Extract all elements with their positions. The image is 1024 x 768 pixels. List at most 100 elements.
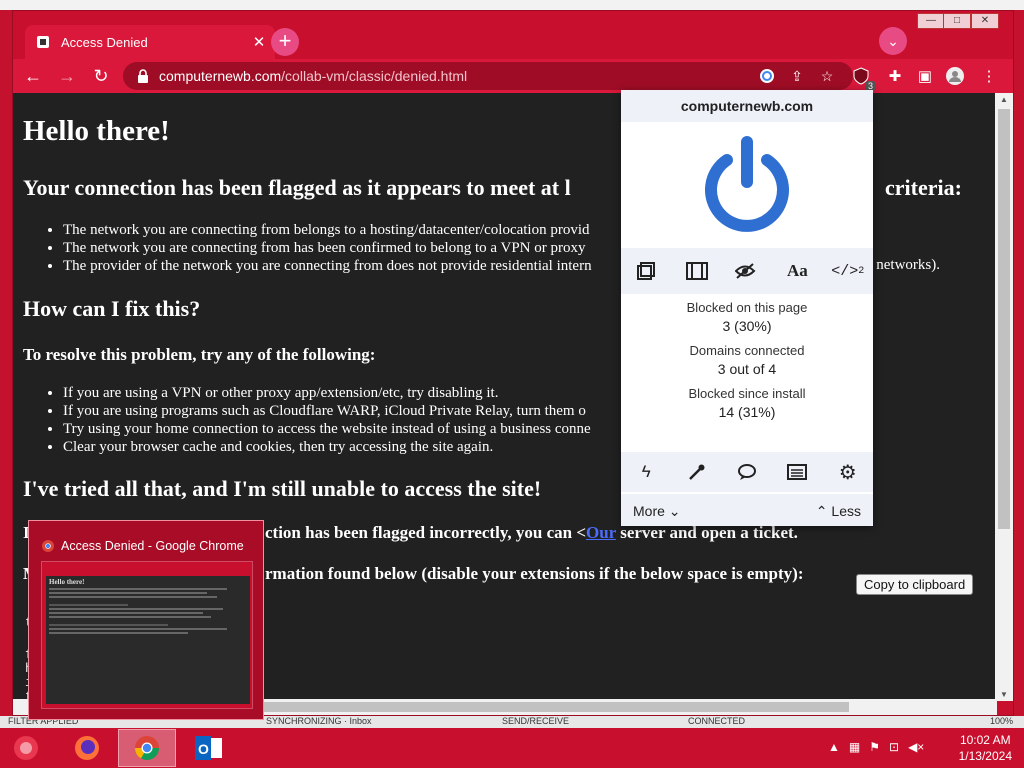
tray-flag-icon[interactable]: ⚑ — [869, 740, 880, 754]
preview-page: Hello there! — [46, 576, 250, 704]
maximize-button[interactable]: □ — [943, 13, 971, 29]
chevron-down-icon: ⌄ — [668, 503, 681, 519]
flag-heading-tail: criteria: — [885, 175, 962, 200]
ublock-extension-icon[interactable]: 3 — [849, 64, 875, 91]
back-button[interactable]: ← — [19, 62, 47, 90]
tray-wired-icon[interactable]: ⊡ — [889, 740, 899, 754]
preview-line — [49, 588, 228, 590]
tray-mute-icon[interactable]: ◀× — [908, 740, 924, 754]
script-count: 2 — [858, 265, 865, 277]
popup-tools-row: Aa </> 2 — [621, 248, 873, 294]
tab-title: Access Denied — [61, 34, 148, 50]
flag-heading-left: Your connection has been flagged as it a… — [23, 175, 571, 200]
list-item: The provider of the network you are conn… — [63, 257, 592, 275]
criteria-tail-text: y networks). — [865, 257, 940, 273]
url-host: computernewb.com — [159, 68, 282, 84]
settings-gears-icon[interactable]: ⚙ — [831, 457, 865, 487]
tab-strip: Access Denied ✕ + ⌄ — □ ✕ — [13, 11, 1013, 59]
new-tab-button[interactable]: + — [271, 28, 299, 56]
list-item: Try using your home connection to access… — [63, 420, 591, 438]
preview-line — [49, 608, 224, 610]
preview-line — [49, 628, 228, 630]
clock-date: 1/13/2024 — [958, 749, 1012, 763]
preview-line — [49, 604, 129, 606]
tab-search-button[interactable]: ⌄ — [879, 27, 907, 55]
blocked-page-label: Blocked on this page — [686, 300, 808, 315]
chrome-menu-icon[interactable]: ⋮ — [977, 64, 1001, 88]
media-film-icon[interactable] — [680, 256, 714, 286]
tray-network-icon[interactable]: ▦ — [849, 740, 860, 754]
lock-icon — [138, 69, 148, 83]
lightning-icon[interactable]: ϟ — [629, 457, 663, 487]
taskbar-firefox-icon[interactable] — [58, 729, 116, 767]
chevron-up-icon: ⌃ — [815, 503, 828, 519]
close-window-button[interactable]: ✕ — [971, 13, 999, 29]
tray-expand-icon[interactable]: ▲ — [828, 740, 840, 754]
list-item: Clear your browser cache and cookies, th… — [63, 438, 591, 456]
vertical-scrollbar[interactable]: ▲ ▼ — [995, 93, 1013, 701]
list-item: If you are using a VPN or other proxy ap… — [63, 384, 591, 402]
resolve-heading: To resolve this problem, try any of the … — [23, 345, 376, 364]
taskbar-thumbnail-preview[interactable]: Access Denied - Google Chrome Hello ther… — [28, 520, 264, 720]
preview-line — [49, 624, 168, 626]
list-item: If you are using programs such as Cloudf… — [63, 402, 591, 420]
close-tab-icon[interactable]: ✕ — [249, 33, 269, 51]
taskbar-chrome-icon[interactable] — [118, 729, 176, 767]
more-button[interactable]: More ⌄ — [633, 503, 681, 520]
more-label: More — [633, 503, 665, 519]
popup-domain: computernewb.com — [621, 90, 873, 122]
profile-avatar-icon[interactable] — [943, 64, 967, 88]
share-icon[interactable]: ⇪ — [787, 66, 807, 86]
eyedropper-icon[interactable] — [680, 457, 714, 487]
taskbar-clock[interactable]: 10:02 AM 1/13/2024 — [959, 732, 1012, 764]
address-bar[interactable]: computernewb.com/collab-vm/classic/denie… — [123, 62, 853, 90]
scrollbar-thumb[interactable] — [998, 109, 1010, 529]
forward-button[interactable]: → — [53, 62, 81, 90]
scroll-down-icon[interactable]: ▼ — [995, 690, 1013, 699]
status-sync: SYNCHRONIZING · Inbox — [266, 716, 372, 726]
preview-frame: Hello there! — [41, 561, 253, 709]
info-paragraph: rmation found below (disable your extens… — [265, 564, 804, 583]
taskbar-outlook-icon[interactable]: O — [180, 729, 238, 767]
preview-line — [49, 632, 188, 634]
blocked-install-value: 14 (31%) — [718, 404, 776, 420]
popup-blocker-icon[interactable] — [629, 256, 663, 286]
preview-heading: Hello there! — [49, 578, 85, 586]
preview-line — [49, 612, 204, 614]
preview-line — [49, 616, 212, 618]
bookmark-star-icon[interactable]: ☆ — [817, 66, 837, 86]
clock-time: 10:02 AM — [959, 733, 1011, 747]
omnibox-actions: ⇪ ☆ — [757, 66, 837, 86]
favicon-icon — [37, 36, 49, 48]
less-button[interactable]: ⌃ Less — [816, 503, 861, 520]
tab-access-denied[interactable]: Access Denied ✕ — [25, 25, 275, 59]
ticket-link[interactable]: Our — [586, 523, 616, 542]
ublock-popup: computernewb.com Aa </> 2 Blocked on this… — [621, 90, 873, 526]
flag-heading: Your connection has been flagged as it a… — [23, 175, 571, 201]
extensions-puzzle-icon[interactable]: ✚ — [883, 64, 907, 88]
blocked-page-value: 3 (30%) — [722, 318, 772, 334]
toolbar: ← → ↻ computernewb.com/collab-vm/classic… — [13, 59, 1013, 93]
more-less-row: More ⌄ ⌃ Less — [621, 494, 873, 526]
fix-heading: How can I fix this? — [23, 296, 201, 321]
script-code-icon[interactable]: </> 2 — [831, 256, 865, 286]
chat-bubble-icon[interactable] — [730, 457, 764, 487]
ticket-text: ction has been flagged incorrectly, you … — [265, 523, 587, 542]
google-icon[interactable] — [757, 66, 777, 86]
minimize-button[interactable]: — — [917, 13, 945, 29]
reload-button[interactable]: ↻ — [87, 62, 115, 90]
power-button-icon[interactable] — [697, 136, 797, 236]
copy-to-clipboard-button[interactable]: Copy to clipboard — [856, 574, 974, 595]
preview-line — [49, 592, 208, 594]
blocked-install-label: Blocked since install — [688, 386, 806, 401]
system-tray: ▲ ▦ ⚑ ⊡ ◀× — [828, 740, 924, 754]
list-item: The network you are connecting from has … — [63, 239, 592, 257]
preview-line — [49, 596, 218, 598]
text-font-icon[interactable]: Aa — [780, 256, 814, 286]
side-panel-icon[interactable]: ▣ — [913, 64, 937, 88]
cosmetic-filter-eye-icon[interactable] — [730, 256, 764, 286]
logger-list-icon[interactable] — [780, 457, 814, 487]
taskbar: O ▲ ▦ ⚑ ⊡ ◀× 10:02 AM 1/13/2024 — [0, 728, 1024, 768]
scroll-up-icon[interactable]: ▲ — [995, 95, 1013, 104]
start-button[interactable] — [0, 729, 52, 767]
